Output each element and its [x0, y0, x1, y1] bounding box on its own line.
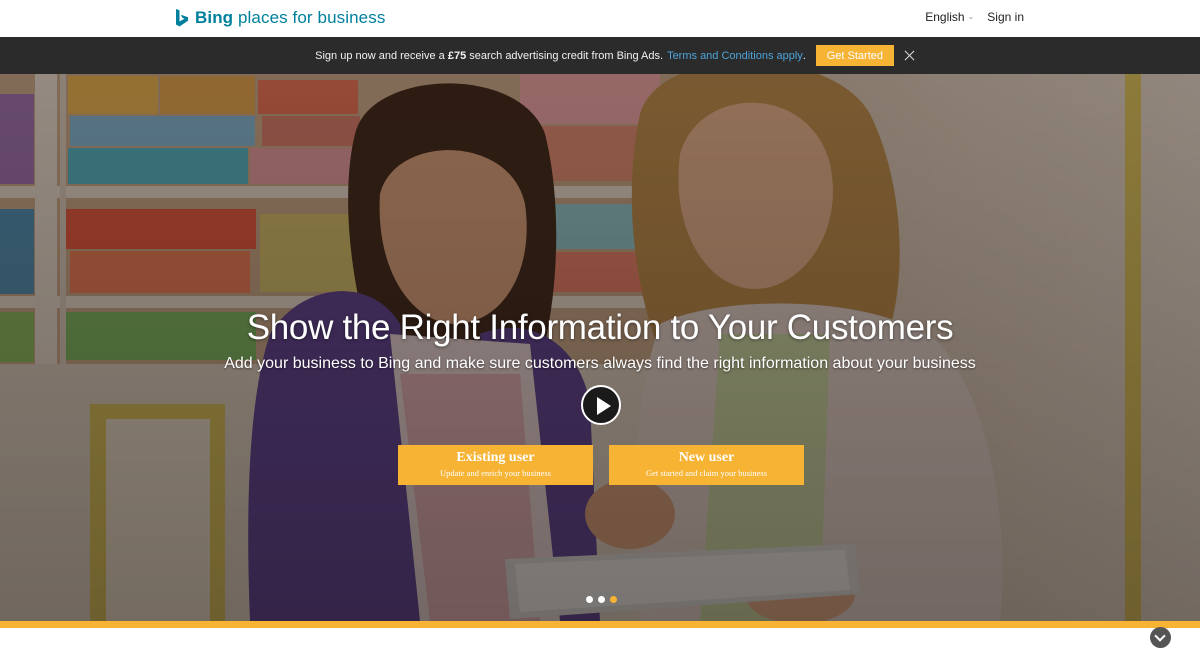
- get-started-button[interactable]: Get Started: [815, 45, 894, 66]
- sign-in-link[interactable]: Sign in: [987, 10, 1024, 24]
- hero-title: Show the Right Information to Your Custo…: [246, 308, 954, 347]
- bing-logo-icon: [176, 9, 188, 27]
- logo-text: Bing places for business: [195, 8, 385, 28]
- page: Bing places for business English ⌄ Sign …: [0, 0, 1200, 650]
- header-right: English ⌄ Sign in: [925, 10, 1024, 24]
- carousel-dot-1[interactable]: [586, 596, 593, 603]
- existing-user-title: Existing user: [456, 450, 535, 465]
- language-label: English: [925, 10, 965, 24]
- site-header: Bing places for business English ⌄ Sign …: [0, 0, 1200, 37]
- hero-subtitle: Add your business to Bing and make sure …: [224, 355, 976, 372]
- carousel-dots: [586, 596, 617, 603]
- promo-amount: £75: [447, 49, 467, 62]
- promo-link-suffix: .: [802, 49, 806, 62]
- existing-user-subtitle: Update and enrich your business: [440, 468, 551, 478]
- play-icon[interactable]: [581, 385, 621, 425]
- terms-link[interactable]: Terms and Conditions apply: [667, 50, 803, 62]
- logo-text-places: places for business: [233, 8, 386, 27]
- promo-text-post: search advertising credit from Bing Ads.: [466, 49, 664, 62]
- promo-content: Sign up now and receive a £75 search adv…: [315, 45, 915, 66]
- carousel-dot-2[interactable]: [598, 596, 605, 603]
- promo-text-pre: Sign up now and receive a: [315, 49, 448, 62]
- accent-divider: [0, 621, 1200, 628]
- hero-carousel: Show the Right Information to Your Custo…: [0, 74, 1200, 621]
- promo-banner: Sign up now and receive a £75 search adv…: [0, 37, 1200, 74]
- promo-text: Sign up now and receive a £75 search adv…: [315, 50, 663, 62]
- chevron-down-icon: ⌄: [967, 11, 975, 21]
- logo-text-bing: Bing: [195, 8, 234, 27]
- language-selector[interactable]: English ⌄: [925, 10, 974, 24]
- new-user-button[interactable]: New user Get started and claim your busi…: [609, 445, 804, 485]
- close-icon[interactable]: [904, 50, 915, 61]
- bing-places-logo[interactable]: Bing places for business: [175, 7, 385, 29]
- new-user-subtitle: Get started and claim your business: [645, 468, 768, 478]
- scroll-down-icon[interactable]: [1150, 627, 1171, 648]
- carousel-dot-3[interactable]: [610, 596, 617, 603]
- new-user-title: New user: [678, 450, 735, 465]
- existing-user-button[interactable]: Existing user Update and enrich your bus…: [398, 445, 593, 485]
